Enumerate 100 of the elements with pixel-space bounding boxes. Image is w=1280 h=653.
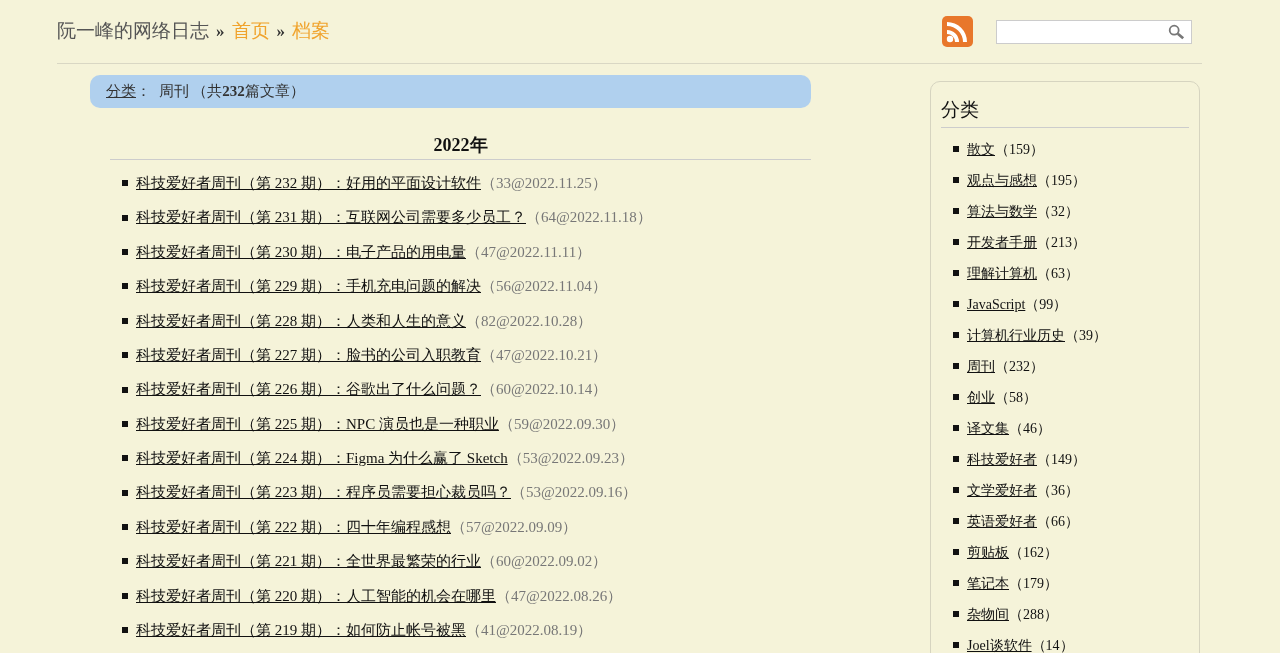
post-link[interactable]: 科技爱好者周刊（第 225 期）：NPC 演员也是一种职业 <box>136 412 499 436</box>
category-link[interactable]: Joel谈软件 <box>967 634 1032 653</box>
post-meta: （59@2022.09.30） <box>498 414 626 434</box>
category-count: （195） <box>1037 171 1086 190</box>
bullet-icon <box>953 580 959 586</box>
bullet-icon <box>122 524 128 531</box>
category-count: （232） <box>995 357 1044 376</box>
category-link[interactable]: 剪贴板 <box>967 541 1009 563</box>
category-link[interactable]: 观点与感想 <box>967 169 1037 191</box>
post-meta: （60@2022.09.02） <box>481 552 608 572</box>
category-count: （14） <box>1031 636 1074 653</box>
post-meta: （47@2022.10.21） <box>481 345 608 365</box>
category-link[interactable]: 译文集 <box>967 417 1009 439</box>
category-count: （32） <box>1037 202 1079 221</box>
category-link[interactable]: 英语爱好者 <box>967 510 1037 532</box>
post-link[interactable]: 科技爱好者周刊（第 223 期）：程序员需要担心裁员吗？ <box>136 481 511 504</box>
post-link[interactable]: 科技爱好者周刊（第 224 期）：Figma 为什么赢了 Sketch <box>136 447 508 470</box>
category-count: （63） <box>1037 264 1079 283</box>
category-link[interactable]: 创业 <box>967 386 995 408</box>
category-link[interactable]: 笔记本 <box>967 572 1009 594</box>
breadcrumb-separator: » <box>276 20 285 43</box>
post-meta: （53@2022.09.23） <box>507 449 634 469</box>
category-count: （46） <box>1009 419 1051 438</box>
bullet-icon <box>953 239 959 245</box>
category-count: （36） <box>1037 481 1079 500</box>
category-count: （66） <box>1037 512 1079 531</box>
post-meta: （33@2022.11.25） <box>481 173 607 193</box>
bullet-icon <box>953 611 959 617</box>
sidebar-title: 分类 <box>941 96 1189 128</box>
bullet-icon <box>953 425 959 431</box>
category-link[interactable]: 计算机行业历史 <box>967 324 1065 346</box>
category-count: （179） <box>1009 574 1058 593</box>
bullet-icon <box>122 248 128 255</box>
post-link[interactable]: 科技爱好者周刊（第 226 期）：谷歌出了什么问题？ <box>136 378 481 401</box>
post-meta: （47@2022.08.26） <box>496 586 623 606</box>
bullet-icon <box>953 549 959 555</box>
bullet-icon <box>122 180 128 187</box>
category-link[interactable]: 科技爱好者 <box>967 448 1037 470</box>
bullet-icon <box>122 489 128 496</box>
category-count: （288） <box>1009 605 1058 624</box>
post-link[interactable]: 科技爱好者周刊（第 231 期）：互联网公司需要多少员工？ <box>136 206 526 229</box>
category-link[interactable]: 开发者手册 <box>967 231 1037 253</box>
category-count: （159） <box>995 140 1044 159</box>
rss-icon[interactable] <box>941 15 974 48</box>
site-title: 阮一峰的网络日志 <box>57 19 209 44</box>
bullet-icon <box>953 301 959 307</box>
bullet-icon <box>122 592 128 599</box>
bullet-icon <box>953 146 959 152</box>
search-field[interactable] <box>996 19 1192 44</box>
post-meta: （41@2022.08.19） <box>466 621 593 640</box>
post-link[interactable]: 科技爱好者周刊（第 220 期）：人工智能的机会在哪里 <box>136 584 496 608</box>
bullet-icon <box>953 332 959 338</box>
post-meta: （53@2022.09.16） <box>511 483 638 503</box>
category-count: （213） <box>1037 233 1086 252</box>
bullet-icon <box>122 420 128 427</box>
bullet-icon <box>122 317 128 324</box>
bullet-icon <box>122 627 128 634</box>
category-count: （39） <box>1065 326 1107 345</box>
post-link[interactable]: 科技爱好者周刊（第 228 期）：人类和人生的意义 <box>136 309 466 332</box>
breadcrumb-separator: » <box>216 20 225 43</box>
category-link[interactable]: 散文 <box>967 138 995 160</box>
post-meta: （57@2022.09.09） <box>451 517 578 537</box>
bullet-icon <box>953 177 959 183</box>
search-icon[interactable] <box>1167 22 1185 41</box>
post-meta: （56@2022.11.04） <box>481 277 607 297</box>
bullet-icon <box>122 283 128 290</box>
bullet-icon <box>953 208 959 214</box>
post-link[interactable]: 科技爱好者周刊（第 232 期）：好用的平面设计软件 <box>136 171 481 195</box>
bullet-icon <box>122 558 128 565</box>
bullet-icon <box>953 642 959 648</box>
bullet-icon <box>953 270 959 276</box>
category-count: （162） <box>1009 543 1058 562</box>
category-count: （58） <box>995 388 1037 407</box>
bullet-icon <box>953 363 959 369</box>
post-link[interactable]: 科技爱好者周刊（第 229 期）：手机充电问题的解决 <box>136 275 481 298</box>
bullet-icon <box>953 394 959 400</box>
bullet-icon <box>953 456 959 462</box>
post-meta: （47@2022.11.11） <box>466 242 592 262</box>
bullet-icon <box>953 487 959 493</box>
bullet-icon <box>953 518 959 524</box>
bullet-icon <box>122 386 128 393</box>
category-link[interactable]: 周刊 <box>967 355 995 377</box>
year-heading: 2022年 <box>110 132 811 160</box>
bullet-icon <box>122 455 128 462</box>
category-count: （99） <box>1025 295 1068 314</box>
category-link[interactable]: 算法与数学 <box>967 200 1037 222</box>
post-link[interactable]: 科技爱好者周刊（第 219 期）：如何防止帐号被黑 <box>136 619 466 642</box>
category-link[interactable]: 理解计算机 <box>967 262 1037 284</box>
post-meta: （60@2022.10.14） <box>481 380 608 400</box>
post-link[interactable]: 科技爱好者周刊（第 222 期）：四十年编程感想 <box>136 515 451 539</box>
category-link[interactable]: 文学爱好者 <box>967 479 1037 501</box>
category-link[interactable]: 杂物间 <box>967 603 1009 625</box>
category-link[interactable]: 分类 <box>106 80 136 103</box>
post-link[interactable]: 科技爱好者周刊（第 227 期）：脸书的公司入职教育 <box>136 343 481 367</box>
post-link[interactable]: 科技爱好者周刊（第 221 期）：全世界最繁荣的行业 <box>136 550 481 573</box>
category-link[interactable]: JavaScript <box>967 293 1026 315</box>
post-meta: （82@2022.10.28） <box>466 311 593 331</box>
post-link[interactable]: 科技爱好者周刊（第 230 期）：电子产品的用电量 <box>136 240 466 264</box>
post-meta: （64@2022.11.18） <box>526 208 652 228</box>
bullet-icon <box>122 352 128 359</box>
